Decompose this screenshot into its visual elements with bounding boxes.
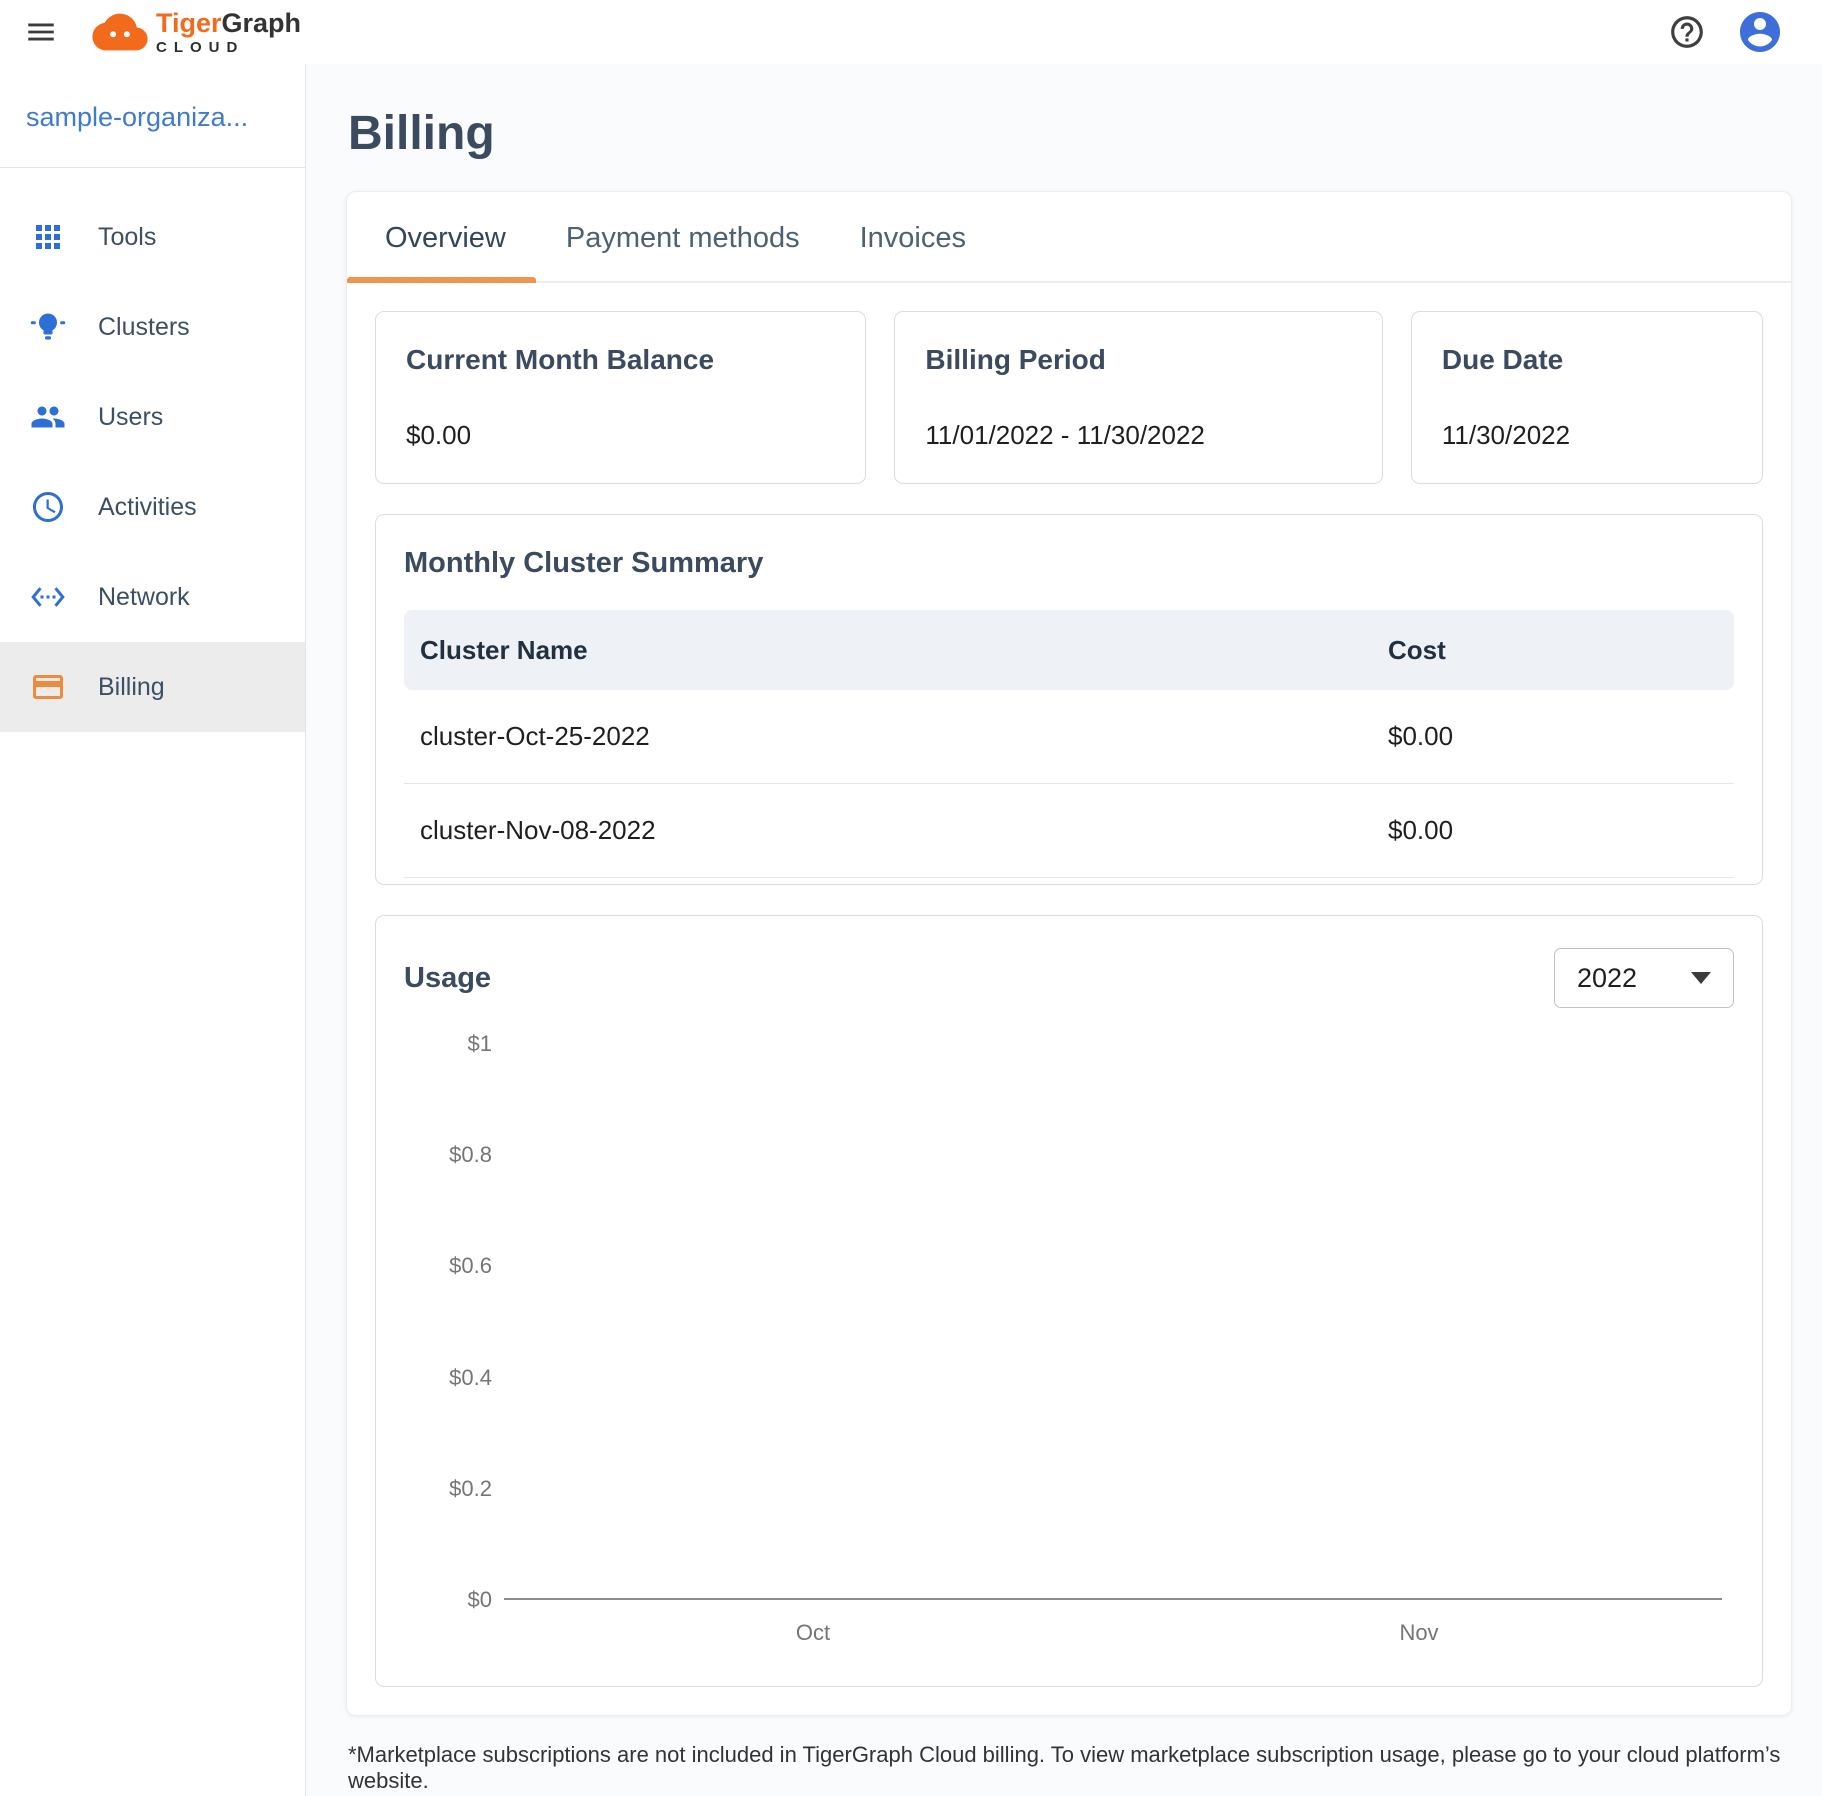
- sidebar-item-label: Tools: [98, 223, 156, 252]
- sidebar-item-label: Activities: [98, 493, 197, 522]
- logo-brand-graph: Graph: [222, 8, 302, 38]
- usage-header: Usage 2022: [404, 948, 1734, 1008]
- sidebar-item-tools[interactable]: Tools: [0, 192, 305, 282]
- table-row: cluster-Oct-25-2022 $0.00: [404, 690, 1734, 784]
- usage-chart: $1 $0.8 $0.6 $0.4 $0.2 $0 Oct Nov: [404, 1028, 1734, 1652]
- x-axis-label-nov: Nov: [1399, 1620, 1438, 1646]
- cost-cell: $0.00: [1388, 815, 1718, 846]
- cluster-name-cell: cluster-Nov-08-2022: [420, 815, 1388, 846]
- table-header: Cluster Name Cost: [404, 610, 1734, 690]
- sidebar-item-network[interactable]: Network: [0, 552, 305, 642]
- billing-panel: Overview Payment methods Invoices Curren…: [346, 191, 1792, 1716]
- section-title: Monthly Cluster Summary: [404, 547, 1734, 580]
- year-select-value: 2022: [1577, 963, 1637, 994]
- sidebar-item-label: Clusters: [98, 313, 190, 342]
- apps-grid-icon: [30, 219, 66, 255]
- help-icon[interactable]: [1668, 13, 1706, 51]
- menu-icon[interactable]: [18, 9, 64, 55]
- cluster-name-cell: cluster-Oct-25-2022: [420, 721, 1388, 752]
- top-bar: TigerGraph CLOUD: [0, 0, 1822, 64]
- y-axis-tick: $1: [406, 1031, 492, 1057]
- tab-overview[interactable]: Overview: [347, 192, 536, 281]
- column-header-cluster-name: Cluster Name: [420, 635, 1388, 666]
- sidebar-item-users[interactable]: Users: [0, 372, 305, 462]
- table-row: cluster-Nov-08-2022 $0.00: [404, 784, 1734, 878]
- network-brackets-icon: [30, 579, 66, 615]
- tab-payment-methods[interactable]: Payment methods: [536, 192, 830, 281]
- y-axis-tick: $0.4: [406, 1365, 492, 1391]
- sidebar-item-activities[interactable]: Activities: [0, 462, 305, 552]
- tab-invoices[interactable]: Invoices: [830, 192, 996, 281]
- app-logo: TigerGraph CLOUD: [90, 9, 301, 55]
- section-title: Usage: [404, 962, 491, 995]
- sidebar: sample-organiza... Tools Clusters Users …: [0, 64, 306, 1796]
- sidebar-item-label: Users: [98, 403, 163, 432]
- sidebar-item-clusters[interactable]: Clusters: [0, 282, 305, 372]
- column-header-cost: Cost: [1388, 635, 1718, 666]
- cost-cell: $0.00: [1388, 721, 1718, 752]
- credit-card-icon: [30, 669, 66, 705]
- card-title: Billing Period: [925, 344, 1351, 376]
- y-axis-tick: $0: [406, 1587, 492, 1613]
- y-axis-tick: $0.6: [406, 1253, 492, 1279]
- x-axis-label-oct: Oct: [796, 1620, 830, 1646]
- card-value: 11/30/2022: [1442, 420, 1732, 451]
- tigergraph-cloud-icon: [90, 9, 150, 55]
- due-date-card: Due Date 11/30/2022: [1411, 311, 1763, 484]
- panel-body: Current Month Balance $0.00 Billing Peri…: [347, 283, 1791, 1715]
- card-value: $0.00: [406, 420, 835, 451]
- usage-card: Usage 2022 $1 $0.8 $0.6 $0.4 $0.2: [375, 915, 1763, 1687]
- chevron-down-icon: [1691, 972, 1711, 984]
- main-content: Billing Overview Payment methods Invoice…: [306, 64, 1822, 1796]
- monthly-cluster-summary-card: Monthly Cluster Summary Cluster Name Cos…: [375, 514, 1763, 885]
- tab-bar: Overview Payment methods Invoices: [347, 192, 1791, 283]
- card-title: Due Date: [1442, 344, 1732, 376]
- y-axis-tick: $0.8: [406, 1142, 492, 1168]
- user-avatar-icon[interactable]: [1736, 8, 1784, 56]
- sidebar-item-billing[interactable]: Billing: [0, 642, 305, 732]
- card-value: 11/01/2022 - 11/30/2022: [925, 420, 1351, 451]
- year-select[interactable]: 2022: [1554, 948, 1734, 1008]
- current-month-balance-card: Current Month Balance $0.00: [375, 311, 866, 484]
- header-actions: [1668, 8, 1784, 56]
- summary-cards-row: Current Month Balance $0.00 Billing Peri…: [375, 311, 1763, 484]
- users-icon: [30, 399, 66, 435]
- org-name[interactable]: sample-organiza...: [0, 64, 305, 168]
- logo-text: TigerGraph CLOUD: [156, 10, 301, 55]
- billing-period-card: Billing Period 11/01/2022 - 11/30/2022: [894, 311, 1382, 484]
- logo-subtitle: CLOUD: [156, 40, 301, 55]
- marketplace-footnote: *Marketplace subscriptions are not inclu…: [348, 1742, 1790, 1794]
- sidebar-item-label: Billing: [98, 673, 165, 702]
- page-title: Billing: [348, 106, 1792, 161]
- x-axis-line: [504, 1598, 1722, 1600]
- cluster-bulb-icon: [30, 309, 66, 345]
- clock-icon: [30, 489, 66, 525]
- logo-brand-tiger: Tiger: [156, 8, 222, 38]
- y-axis-tick: $0.2: [406, 1476, 492, 1502]
- chart-plot-area: $1 $0.8 $0.6 $0.4 $0.2 $0 Oct Nov: [510, 1044, 1722, 1600]
- sidebar-item-label: Network: [98, 583, 190, 612]
- app-body: sample-organiza... Tools Clusters Users …: [0, 64, 1822, 1796]
- card-title: Current Month Balance: [406, 344, 835, 376]
- sidebar-nav: Tools Clusters Users Activities Network: [0, 168, 305, 732]
